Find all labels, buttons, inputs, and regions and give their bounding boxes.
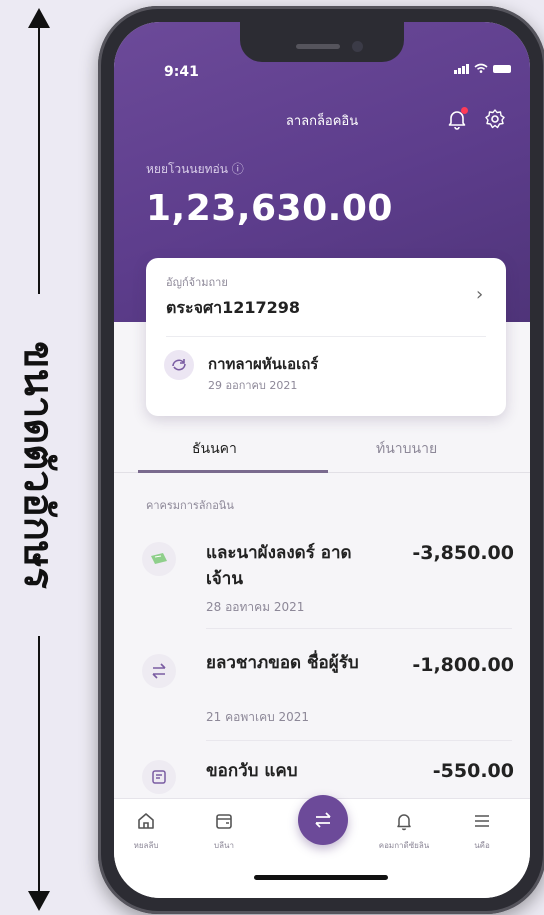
app-screen: 9:41 ลาลกล็อคอิน หยยโวนนยทอ่น ⓘ 1,23,630… — [114, 22, 530, 898]
transaction-amount: -3,850.00 — [412, 542, 514, 564]
measure-line-bottom — [38, 636, 40, 892]
phone-frame: 9:41 ลาลกล็อคอิน หยยโวนนยทอ่น ⓘ 1,23,630… — [98, 6, 544, 914]
nav-home[interactable]: หยลลีบ — [116, 811, 176, 852]
status-icons — [454, 62, 511, 76]
arrow-down-icon — [28, 891, 50, 911]
tab-first[interactable]: ธันนคา — [192, 438, 237, 460]
menu-icon — [475, 815, 489, 827]
phone-notch — [240, 22, 404, 62]
active-tab-indicator — [138, 470, 328, 473]
transfer-icon — [164, 350, 194, 380]
nav-notifications[interactable]: คอมกาดีซัยลิน — [374, 811, 434, 852]
account-label: อัญก์จ้ามถาย — [166, 276, 228, 289]
transaction-name: และนาผังลงดร์ อาดเจ้าน — [206, 543, 352, 589]
nav-notifications-label: คอมกาดีซัยลิน — [378, 841, 430, 850]
signal-icon — [454, 64, 469, 74]
nav-home-label: หยลลีบ — [133, 841, 159, 850]
transaction-date: 28 ออทาคม 2021 — [206, 600, 305, 614]
font-size-indicator: ขนาดตัวอักษร — [0, 0, 80, 915]
notification-bell-icon[interactable] — [446, 107, 468, 130]
battery-icon — [493, 65, 511, 73]
wallet-icon — [216, 814, 232, 829]
account-card[interactable]: อัญก์จ้ามถาย ตระจศา1217298 › กาทลาผหันเอ… — [146, 258, 506, 416]
recent-transfer-name: กาทลาผหันเอเถร์ — [208, 355, 319, 373]
balance-label: หยยโวนนยทอ่น ⓘ — [146, 162, 244, 176]
recent-transfer-date: 29 ออกาคบ 2021 — [208, 379, 298, 392]
section-title: คาครมการลักอนิน — [146, 499, 234, 512]
transaction-amount: -550.00 — [432, 760, 514, 782]
home-indicator — [254, 875, 388, 880]
nav-menu-label: นคือ — [474, 841, 490, 850]
notification-dot — [461, 107, 468, 114]
card-divider — [166, 336, 486, 337]
nav-wallet[interactable]: บลีนา — [194, 811, 254, 852]
measure-line-top — [38, 26, 40, 294]
transfer-arrows-icon — [315, 812, 331, 828]
transaction-amount: -1,800.00 — [412, 654, 514, 676]
font-size-label: ขนาดตัวอักษร — [15, 341, 61, 589]
account-number: ตระจศา1217298 — [166, 298, 301, 317]
nav-wallet-label: บลีนา — [214, 841, 234, 850]
settings-gear-icon[interactable] — [484, 108, 506, 130]
transaction-date: 21 คอพาเคบ 2021 — [206, 710, 310, 724]
row-divider — [206, 740, 512, 741]
bottom-navigation: หยลลีบ บลีนา คอมกาดีซัยลิน นคือ — [114, 795, 530, 898]
transaction-name: ยลวชาภขอด ชื่อผู้รับ — [206, 653, 359, 673]
tab-bar: ธันนคา ท์นาบนาย — [114, 426, 530, 473]
ticket-icon — [142, 542, 176, 576]
bell-icon — [397, 814, 411, 831]
row-divider — [206, 628, 512, 629]
wifi-icon — [474, 62, 488, 76]
receipt-icon — [142, 760, 176, 794]
status-time: 9:41 — [164, 64, 199, 80]
home-icon — [138, 813, 154, 829]
balance-amount: 1,23,630.00 — [146, 188, 393, 229]
arrow-up-icon — [28, 8, 50, 28]
transaction-name: ขอกวับ แคบ — [206, 761, 298, 781]
transfer-fab-button[interactable] — [298, 795, 348, 845]
tab-second[interactable]: ท์นาบนาย — [376, 438, 437, 460]
swap-arrows-icon — [142, 654, 176, 688]
chevron-right-icon[interactable]: › — [476, 284, 483, 305]
nav-menu[interactable]: นคือ — [452, 811, 512, 852]
